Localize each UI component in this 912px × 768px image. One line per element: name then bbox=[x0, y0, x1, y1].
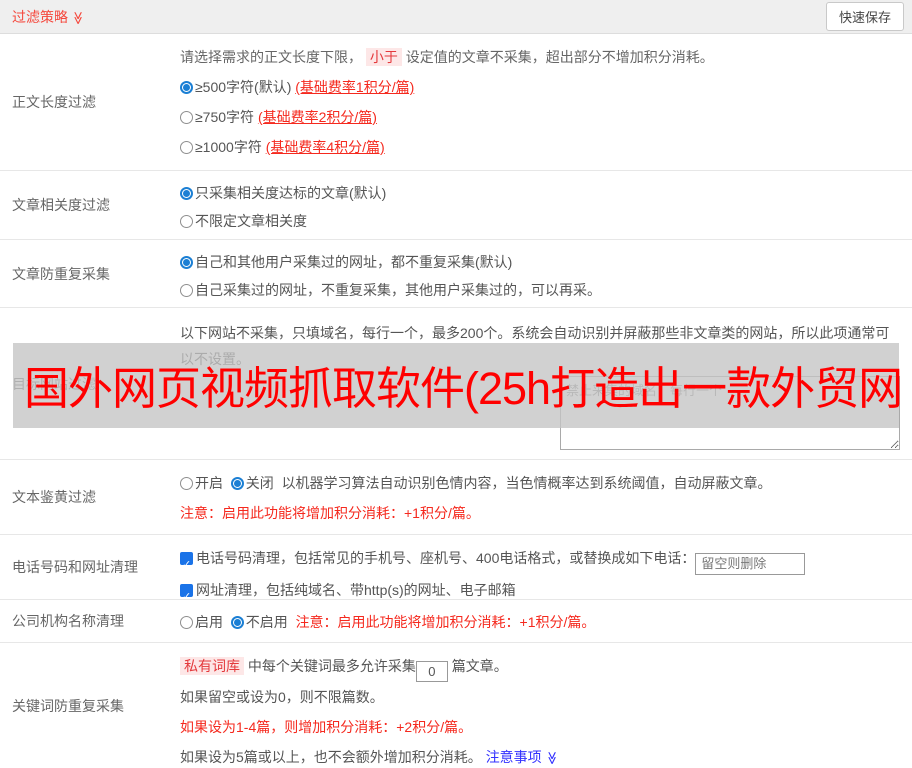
row-content: 启用 不启用 注意：启用此功能将增加积分消耗：+1积分/篇。 bbox=[180, 600, 912, 642]
radio-icon[interactable] bbox=[180, 284, 193, 297]
dedup-option-all[interactable]: 自己和其他用户采集过的网址，都不重复采集(默认) bbox=[180, 248, 904, 276]
row-label: 正文长度过滤 bbox=[0, 34, 180, 170]
keyword-note-cost: 如果设为1-4篇，则增加积分消耗：+2积分/篇。 bbox=[180, 712, 904, 742]
dedup-option-self[interactable]: 自己采集过的网址，不重复采集，其他用户采集过的，可以再采。 bbox=[180, 276, 904, 304]
fee-note: (基础费率1积分/篇) bbox=[295, 79, 414, 95]
length-option-500[interactable]: ≥500字符(默认) (基础费率1积分/篇) bbox=[180, 72, 904, 102]
fee-note: (基础费率2积分/篇) bbox=[258, 109, 377, 125]
row-label: 目标网站过滤 bbox=[0, 308, 180, 459]
row-label: 文章防重复采集 bbox=[0, 240, 180, 307]
chevron-down-icon: ≫ bbox=[70, 11, 86, 25]
radio-icon[interactable] bbox=[180, 616, 193, 629]
phone-cleanup-line: 电话号码清理，包括常见的手机号、座机号、400电话格式，或替换成如下电话： bbox=[180, 543, 904, 575]
radio-icon[interactable] bbox=[231, 477, 244, 490]
radio-icon[interactable] bbox=[180, 187, 193, 200]
filter-strategy-page: 过滤策略≫ 快速保存 正文长度过滤 请选择需求的正文长度下限， 小于 设定值的文… bbox=[0, 0, 912, 768]
row-content: 开启 关闭 以机器学习算法自动识别色情内容，当色情概率达到系统阈值，自动屏蔽文章… bbox=[180, 460, 912, 534]
notes-link[interactable]: 注意事项≫ bbox=[486, 749, 559, 765]
chevron-down-icon: ≫ bbox=[536, 751, 566, 765]
quick-save-button[interactable]: 快速保存 bbox=[826, 2, 904, 31]
row-keyword-dedup: 关键词防重复采集 私有词库 中每个关键词最多允许采集 篇文章。 如果留空或设为0… bbox=[0, 643, 912, 768]
lt-highlight: 小于 bbox=[366, 48, 402, 66]
length-intro: 请选择需求的正文长度下限， 小于 设定值的文章不采集，超出部分不增加积分消耗。 bbox=[180, 42, 904, 72]
radio-icon[interactable] bbox=[180, 256, 193, 269]
keyword-note-five: 如果设为5篇或以上，也不会额外增加积分消耗。 注意事项≫ bbox=[180, 742, 904, 768]
company-option-off[interactable]: 不启用 bbox=[231, 614, 288, 630]
row-label: 关键词防重复采集 bbox=[0, 643, 180, 768]
length-option-750[interactable]: ≥750字符 (基础费率2积分/篇) bbox=[180, 102, 904, 132]
checkbox-icon[interactable] bbox=[180, 584, 193, 597]
fee-note: (基础费率4积分/篇) bbox=[266, 139, 385, 155]
page-title: 过滤策略 bbox=[12, 9, 68, 25]
row-phone-url-cleanup: 电话号码和网址清理 电话号码清理，包括常见的手机号、座机号、400电话格式，或替… bbox=[0, 535, 912, 600]
row-target-site-filter: 目标网站过滤 以下网站不采集，只填域名，每行一个，最多200个。系统会自动识别并… bbox=[0, 308, 912, 460]
row-content-length-filter: 正文长度过滤 请选择需求的正文长度下限， 小于 设定值的文章不采集，超出部分不增… bbox=[0, 34, 912, 171]
row-content: 只采集相关度达标的文章(默认) 不限定文章相关度 bbox=[180, 171, 912, 239]
header-bar: 过滤策略≫ 快速保存 bbox=[0, 0, 912, 34]
checkbox-icon[interactable] bbox=[180, 552, 193, 565]
target-desc: 以下网站不采集，只填域名，每行一个，最多200个。系统会自动识别并屏蔽那些非文章… bbox=[180, 316, 900, 372]
porn-desc: 以机器学习算法自动识别色情内容，当色情概率达到系统阈值，自动屏蔽文章。 bbox=[282, 475, 772, 491]
row-label: 文章相关度过滤 bbox=[0, 171, 180, 239]
row-content: 私有词库 中每个关键词最多允许采集 篇文章。 如果留空或设为0，则不限篇数。 如… bbox=[180, 643, 912, 768]
company-option-on[interactable]: 启用 bbox=[180, 614, 223, 630]
relevance-option-any[interactable]: 不限定文章相关度 bbox=[180, 207, 904, 235]
radio-icon[interactable] bbox=[180, 477, 193, 490]
keyword-limit-line: 私有词库 中每个关键词最多允许采集 篇文章。 bbox=[180, 651, 904, 682]
row-content: 电话号码清理，包括常见的手机号、座机号、400电话格式，或替换成如下电话： 网址… bbox=[180, 535, 912, 599]
row-label: 公司机构名称清理 bbox=[0, 600, 180, 642]
row-content: 自己和其他用户采集过的网址，都不重复采集(默认) 自己采集过的网址，不重复采集，… bbox=[180, 240, 912, 307]
row-content: 请选择需求的正文长度下限， 小于 设定值的文章不采集，超出部分不增加积分消耗。 … bbox=[180, 34, 912, 170]
row-relevance-filter: 文章相关度过滤 只采集相关度达标的文章(默认) 不限定文章相关度 bbox=[0, 171, 912, 240]
row-company-cleanup: 公司机构名称清理 启用 不启用 注意：启用此功能将增加积分消耗：+1积分/篇。 bbox=[0, 600, 912, 643]
company-options: 启用 不启用 注意：启用此功能将增加积分消耗：+1积分/篇。 bbox=[180, 608, 904, 636]
radio-icon[interactable] bbox=[180, 141, 193, 154]
radio-icon[interactable] bbox=[180, 215, 193, 228]
private-thesaurus-highlight: 私有词库 bbox=[180, 657, 244, 675]
page-title-toggle[interactable]: 过滤策略≫ bbox=[12, 7, 85, 27]
keyword-limit-input[interactable] bbox=[416, 661, 448, 682]
radio-icon[interactable] bbox=[231, 616, 244, 629]
porn-cost-note: 注意：启用此功能将增加积分消耗：+1积分/篇。 bbox=[180, 498, 904, 528]
blocked-domains-textarea[interactable] bbox=[560, 376, 900, 450]
row-content: 以下网站不采集，只填域名，每行一个，最多200个。系统会自动识别并屏蔽那些非文章… bbox=[180, 308, 912, 459]
radio-icon[interactable] bbox=[180, 81, 193, 94]
row-label: 文本鉴黄过滤 bbox=[0, 460, 180, 534]
radio-icon[interactable] bbox=[180, 111, 193, 124]
company-cost-note: 注意：启用此功能将增加积分消耗：+1积分/篇。 bbox=[296, 614, 596, 630]
porn-options: 开启 关闭 以机器学习算法自动识别色情内容，当色情概率达到系统阈值，自动屏蔽文章… bbox=[180, 468, 904, 498]
porn-option-on[interactable]: 开启 bbox=[180, 475, 223, 491]
porn-option-off[interactable]: 关闭 bbox=[231, 475, 274, 491]
row-dedup-collect: 文章防重复采集 自己和其他用户采集过的网址，都不重复采集(默认) 自己采集过的网… bbox=[0, 240, 912, 308]
row-label: 电话号码和网址清理 bbox=[0, 535, 180, 599]
length-option-1000[interactable]: ≥1000字符 (基础费率4积分/篇) bbox=[180, 132, 904, 162]
row-porn-filter: 文本鉴黄过滤 开启 关闭 以机器学习算法自动识别色情内容，当色情概率达到系统阈值… bbox=[0, 460, 912, 535]
replacement-phone-input[interactable] bbox=[695, 553, 805, 575]
keyword-note-zero: 如果留空或设为0，则不限篇数。 bbox=[180, 682, 904, 712]
relevance-option-strict[interactable]: 只采集相关度达标的文章(默认) bbox=[180, 179, 904, 207]
